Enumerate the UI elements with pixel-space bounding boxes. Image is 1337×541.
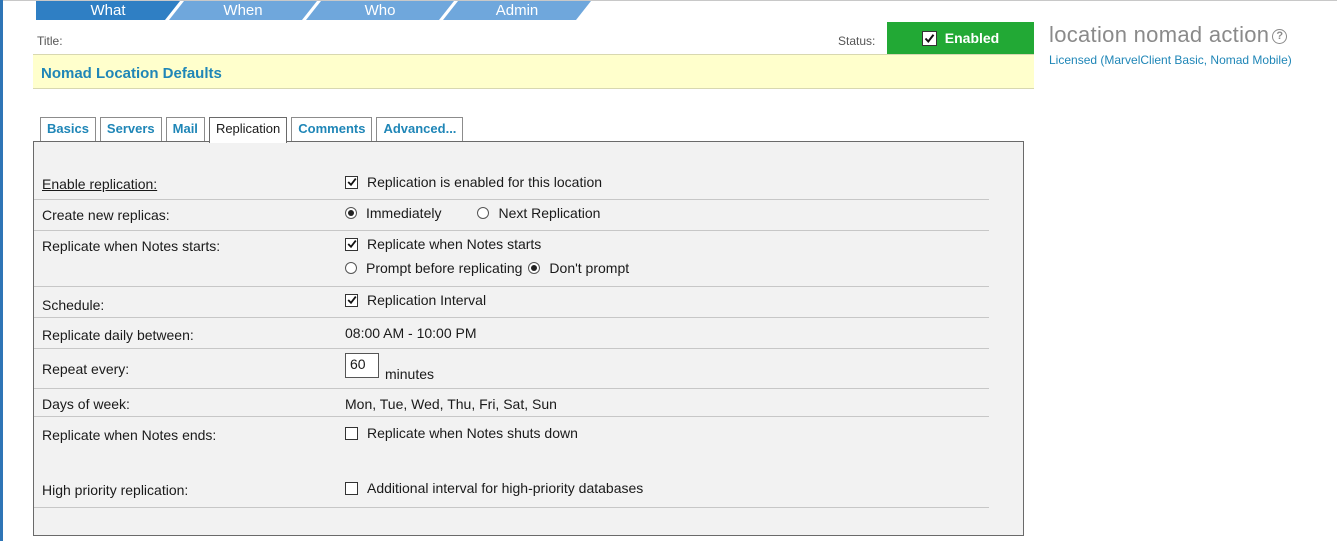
- high-priority-field: Additional interval for high-priority da…: [345, 480, 643, 496]
- tab-basics[interactable]: Basics: [40, 117, 96, 141]
- high-priority-checkbox[interactable]: [345, 481, 358, 495]
- daily-value: 08:00 AM - 10:00 PM: [345, 325, 477, 341]
- prompt-radio[interactable]: [345, 262, 357, 274]
- tab-comments[interactable]: Comments: [291, 117, 373, 141]
- check-icon: [347, 240, 357, 249]
- nav-tab-what[interactable]: What: [36, 1, 180, 20]
- check-icon: [347, 296, 357, 305]
- repeat-field: 60 minutes: [345, 353, 434, 382]
- nav-tab-when-label: When: [223, 2, 263, 19]
- check-icon: [347, 178, 357, 187]
- enable-replication-checkbox[interactable]: [345, 175, 358, 189]
- row-create-replicas: Create new replicas: Immediately Next Re…: [34, 200, 989, 231]
- title-label: Title:: [37, 34, 63, 48]
- row-repeat: Repeat every: 60 minutes: [34, 349, 989, 389]
- nav-tab-when[interactable]: When: [169, 1, 317, 20]
- notes-ends-label: Replicate when Notes ends:: [42, 427, 217, 443]
- tab-advanced[interactable]: Advanced...: [376, 117, 464, 141]
- radio-dot: [348, 210, 354, 216]
- status-value: Enabled: [944, 30, 1000, 46]
- help-icon[interactable]: ?: [1272, 29, 1288, 44]
- enable-replication-field: Replication is enabled for this location: [345, 174, 602, 190]
- nav-tab-who[interactable]: Who: [306, 1, 454, 20]
- create-replicas-field: Immediately Next Replication: [345, 205, 600, 221]
- enable-replication-text: Replication is enabled for this location: [367, 174, 603, 190]
- enable-replication-label: Enable replication:: [42, 176, 158, 192]
- high-priority-label: High priority replication:: [42, 482, 189, 498]
- next-replication-text: Next Replication: [498, 205, 601, 221]
- status-toggle[interactable]: Enabled: [887, 22, 1034, 54]
- schedule-field: Replication Interval: [345, 292, 486, 308]
- notes-ends-checkbox[interactable]: [345, 426, 358, 440]
- row-notes-ends: Replicate when Notes ends: Replicate whe…: [34, 417, 989, 508]
- notes-ends-field: Replicate when Notes shuts down: [345, 425, 578, 441]
- title-field[interactable]: Nomad Location Defaults: [33, 54, 1034, 89]
- immediately-text: Immediately: [366, 205, 442, 221]
- tab-servers[interactable]: Servers: [99, 117, 162, 141]
- immediately-radio[interactable]: [345, 207, 357, 219]
- status-checkbox[interactable]: [921, 30, 937, 46]
- daily-label: Replicate daily between:: [42, 327, 194, 343]
- radio-dot: [531, 265, 538, 271]
- tab-replication[interactable]: Replication: [208, 117, 288, 143]
- nav-tab-what-label: What: [90, 2, 126, 19]
- notes-starts-text: Replicate when Notes starts: [367, 236, 542, 252]
- license-link[interactable]: Licensed (MarvelClient Basic, Nomad Mobi…: [1049, 53, 1292, 67]
- days-value: Mon, Tue, Wed, Thu, Fri, Sat, Sun: [345, 396, 557, 412]
- repeat-unit: minutes: [385, 366, 435, 382]
- next-replication-radio[interactable]: [477, 207, 490, 219]
- row-daily: Replicate daily between: 08:00 AM - 10:0…: [34, 318, 989, 349]
- row-schedule: Schedule: Replication Interval: [34, 287, 989, 318]
- notes-starts-checkbox[interactable]: [345, 237, 358, 251]
- prompt-text: Prompt before replicating: [366, 260, 523, 276]
- row-notes-starts: Replicate when Notes starts: Replicate w…: [34, 231, 989, 287]
- replication-interval-checkbox[interactable]: [345, 293, 358, 307]
- high-priority-text: Additional interval for high-priority da…: [367, 480, 644, 496]
- replication-panel: Enable replication: Replication is enabl…: [33, 141, 1024, 536]
- schedule-label: Schedule:: [42, 297, 105, 313]
- check-icon: [924, 33, 935, 43]
- top-nav: What When Who Admin: [36, 1, 636, 20]
- notes-starts-field: Replicate when Notes starts: [345, 236, 541, 252]
- status-label: Status:: [838, 34, 876, 48]
- row-enable-replication: Enable replication: Replication is enabl…: [34, 170, 989, 200]
- row-days: Days of week: Mon, Tue, Wed, Thu, Fri, S…: [34, 389, 989, 417]
- days-label: Days of week:: [42, 396, 130, 412]
- side-title: location nomad action?: [1049, 22, 1288, 48]
- notes-starts-label: Replicate when Notes starts:: [42, 238, 221, 254]
- title-value: Nomad Location Defaults: [41, 65, 222, 82]
- days-list: Mon, Tue, Wed, Thu, Fri, Sat, Sun: [345, 396, 557, 412]
- prompt-field: Prompt before replicating Don't prompt: [345, 260, 629, 276]
- dont-prompt-text: Don't prompt: [549, 260, 630, 276]
- side-title-text: location nomad action: [1049, 22, 1270, 47]
- nav-tab-who-label: Who: [364, 2, 396, 19]
- repeat-label: Repeat every:: [42, 361, 130, 377]
- create-replicas-label: Create new replicas:: [42, 207, 170, 223]
- tab-bar: Basics Servers Mail Replication Comments…: [40, 117, 467, 143]
- nav-tab-admin-label: Admin: [495, 2, 539, 19]
- dont-prompt-radio[interactable]: [528, 262, 541, 274]
- repeat-minutes-input[interactable]: 60: [345, 353, 379, 378]
- notes-ends-text: Replicate when Notes shuts down: [367, 425, 578, 441]
- tab-mail[interactable]: Mail: [165, 117, 205, 141]
- daily-time-range: 08:00 AM - 10:00 PM: [345, 325, 477, 341]
- window-edge: [0, 0, 3, 541]
- nav-tab-admin[interactable]: Admin: [443, 1, 591, 20]
- replication-interval-text: Replication Interval: [367, 292, 487, 308]
